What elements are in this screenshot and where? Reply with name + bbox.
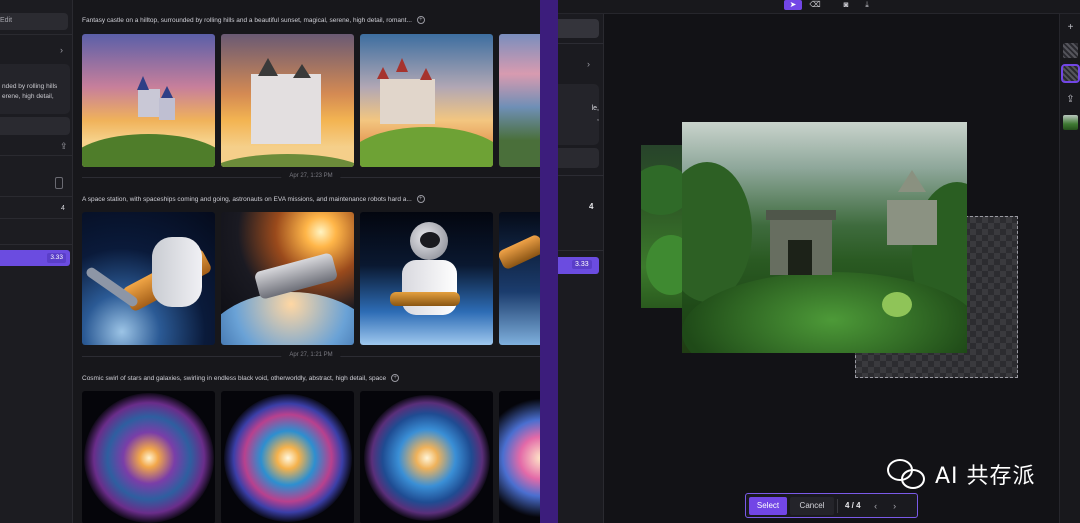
timestamp-separator: Apr 27, 1:23 PM [82, 173, 540, 182]
upload-icon[interactable]: ⇪ [1063, 92, 1078, 107]
space-image-2[interactable] [221, 212, 354, 345]
space-image-4[interactable] [499, 212, 540, 345]
layer-pattern-active-icon[interactable] [1061, 64, 1080, 83]
chevron-right-icon[interactable]: › [887, 498, 903, 514]
selection-action-bar: Select Cancel 4 / 4 ‹ › [745, 493, 918, 518]
prompt-textbox[interactable]: nded by rolling hills erene, high detail… [0, 64, 70, 114]
layers-sidebar: + ⇪ [1059, 14, 1080, 523]
select-button[interactable]: Select [749, 496, 787, 515]
upload-icon[interactable]: ⇪ [60, 141, 68, 152]
wechat-logo-icon [887, 457, 927, 491]
jungle-temple-image [682, 122, 967, 353]
right-settings-panel: › le, , 4 3.33 [558, 14, 604, 523]
negative-prompt-input[interactable] [0, 117, 70, 135]
castle-image-2[interactable] [221, 34, 354, 167]
guidance-slider[interactable]: 3.33 [558, 257, 599, 274]
download-icon[interactable]: ⤓ [858, 0, 876, 10]
layer-pattern-icon[interactable] [1063, 43, 1078, 58]
image-count-value[interactable]: 4 [589, 202, 593, 211]
divider [558, 175, 604, 176]
reuse-prompt-icon[interactable]: + [416, 16, 425, 24]
image-count-value[interactable]: 4 [61, 205, 65, 212]
eraser-icon[interactable]: ⌫ [806, 0, 824, 10]
portrait-ratio-icon[interactable] [55, 177, 63, 189]
prompt-heading: Cosmic swirl of stars and galaxies, swir… [82, 374, 400, 382]
camera-icon[interactable]: ◙ [837, 0, 855, 10]
prompt-textbox[interactable]: le, , [558, 84, 599, 145]
reuse-prompt-icon[interactable]: + [391, 374, 400, 382]
slider-value: 3.33 [47, 253, 66, 263]
chevron-right-icon[interactable]: › [587, 59, 590, 69]
generation-feed: Fantasy castle on a hilltop, surrounded … [73, 0, 540, 523]
variation-counter: 4 / 4 [845, 501, 861, 510]
model-input[interactable] [558, 19, 599, 38]
divider [0, 196, 72, 197]
left-settings-panel: Edit › nded by rolling hills erene, high… [0, 0, 73, 523]
canvas[interactable] [604, 14, 1059, 523]
galaxy-image-3[interactable] [360, 391, 493, 523]
guidance-slider[interactable]: 3.33 [0, 250, 70, 266]
prompt-text: A space station, with spaceships coming … [82, 195, 412, 203]
castle-image-4[interactable] [499, 34, 540, 167]
outpaint-extension-image [641, 145, 686, 308]
select-tool-icon[interactable]: ➤ [784, 0, 802, 10]
edit-button[interactable]: Edit [0, 13, 68, 30]
prompt-text: le, , [591, 105, 599, 122]
image-thumbnail[interactable] [1063, 115, 1078, 130]
reuse-prompt-icon[interactable]: + [416, 195, 425, 203]
prompt-heading: A space station, with spaceships coming … [82, 195, 425, 203]
divider [558, 250, 604, 251]
chevron-left-icon[interactable]: ‹ [868, 498, 884, 514]
negative-prompt-input[interactable] [558, 148, 599, 168]
screen: Edit › nded by rolling hills erene, high… [0, 0, 1080, 523]
timestamp: Apr 27, 1:21 PM [281, 352, 341, 358]
prompt-text: Fantasy castle on a hilltop, surrounded … [82, 16, 412, 24]
cancel-button[interactable]: Cancel [790, 496, 834, 515]
space-image-1[interactable] [82, 212, 215, 345]
right-window: ➤ ⌫ ◙ ⤓ › le, , 4 3.33 + ⇪ [558, 0, 1080, 523]
canvas-toolbar: ➤ ⌫ ◙ ⤓ [558, 0, 1080, 14]
prompt-text: Cosmic swirl of stars and galaxies, swir… [82, 374, 387, 382]
divider [0, 244, 72, 245]
watermark: AI 共存派 [887, 455, 1036, 493]
timestamp-separator: Apr 27, 1:21 PM [82, 352, 540, 361]
galaxy-image-2[interactable] [221, 391, 354, 523]
castle-image-1[interactable] [82, 34, 215, 167]
plus-icon[interactable]: + [1063, 20, 1078, 35]
slider-value: 3.33 [572, 260, 592, 269]
window-divider [540, 0, 558, 523]
divider [0, 34, 72, 35]
galaxy-image-4[interactable] [499, 391, 540, 523]
chevron-right-icon[interactable]: › [60, 45, 63, 55]
prompt-text: nded by rolling hills erene, high detail… [2, 83, 58, 100]
timestamp: Apr 27, 1:23 PM [281, 173, 341, 179]
space-image-3[interactable] [360, 212, 493, 345]
divider [558, 43, 604, 44]
left-window: Edit › nded by rolling hills erene, high… [0, 0, 540, 523]
galaxy-image-1[interactable] [82, 391, 215, 523]
prompt-heading: Fantasy castle on a hilltop, surrounded … [82, 16, 425, 24]
divider [0, 218, 72, 219]
divider [837, 498, 838, 513]
divider [0, 155, 72, 156]
watermark-text: AI 共存派 [935, 464, 1036, 489]
castle-image-3[interactable] [360, 34, 493, 167]
